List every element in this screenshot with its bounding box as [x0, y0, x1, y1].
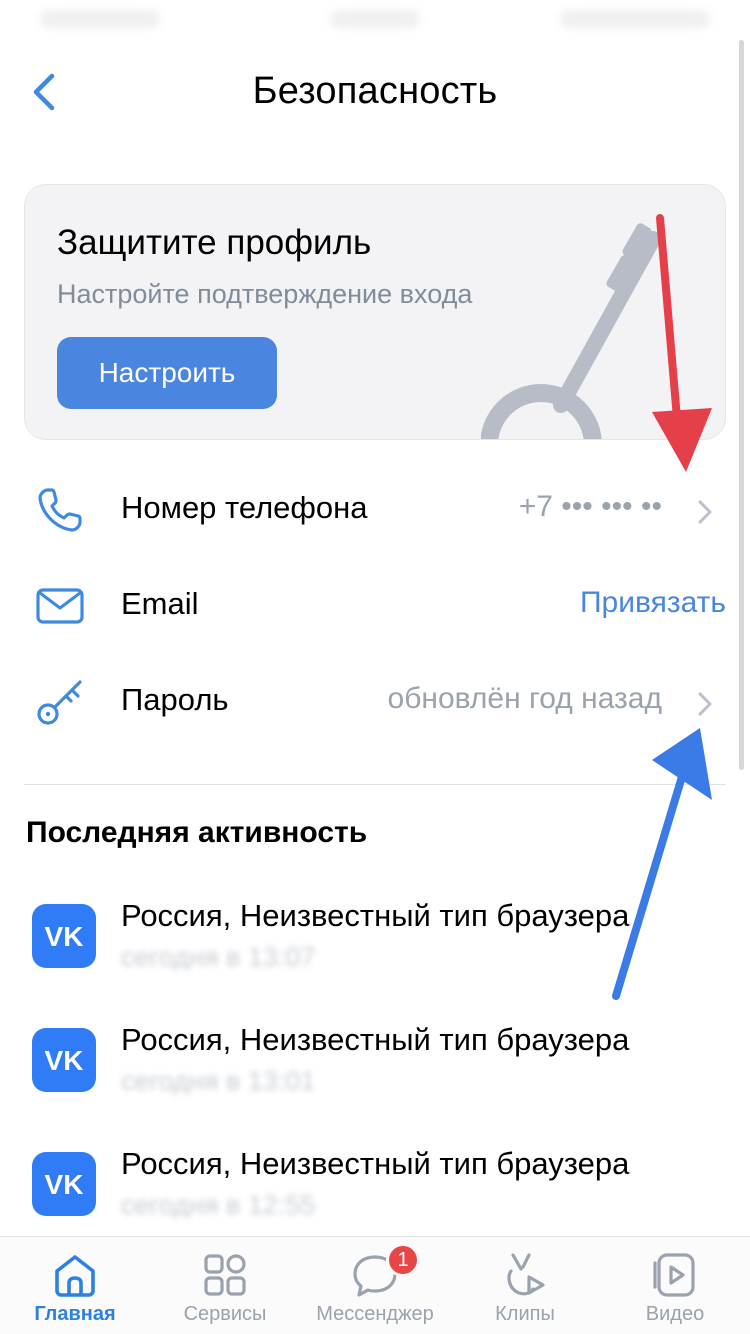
unread-badge: 1 [386, 1243, 420, 1277]
key-icon [37, 680, 82, 725]
tab-label: Видео [645, 1303, 705, 1325]
recent-activity-title: Последняя активность [26, 816, 368, 849]
svg-text:VK: VK [45, 1045, 84, 1075]
home-icon [55, 1255, 95, 1297]
vk-logo-icon: VK [32, 1028, 96, 1092]
promo-subtitle: Настройте подтверждение входа [57, 279, 473, 309]
tab-clips[interactable]: Клипы [450, 1237, 600, 1334]
session-title: Россия, Неизвестный тип браузера [121, 1022, 630, 1057]
status-indicators-blur [560, 10, 710, 28]
tab-home[interactable]: Главная [0, 1237, 150, 1334]
password-label: Пароль [121, 682, 229, 717]
session-date: сегодня в 13:01 [121, 1066, 316, 1096]
tab-messenger[interactable]: 1 Мессенджер [300, 1237, 450, 1334]
mail-icon [36, 588, 84, 624]
password-row[interactable]: Пароль обновлён год назад [0, 654, 750, 750]
status-time-blur [40, 10, 160, 28]
phone-label: Номер телефона [121, 490, 368, 525]
tab-label: Сервисы [183, 1303, 267, 1325]
phone-value: +7 ••• ••• •• [518, 490, 662, 523]
setup-button[interactable]: Настроить [57, 337, 277, 409]
tab-bar: Главная Сервисы 1 Мессенджер Клипы Видео [0, 1236, 750, 1334]
status-center-blur [330, 10, 420, 28]
password-value: обновлён год назад [387, 682, 662, 715]
protect-profile-card: Защитите профиль Настройте подтверждение… [24, 184, 726, 440]
session-item[interactable]: VK Россия, Неизвестный тип браузера сего… [0, 1022, 750, 1142]
tab-label: Клипы [495, 1303, 555, 1325]
session-title: Россия, Неизвестный тип браузера [121, 898, 630, 933]
promo-title: Защитите профиль [57, 223, 372, 262]
link-email-button[interactable]: Привязать [580, 586, 726, 620]
page-title: Безопасность [252, 70, 498, 112]
services-icon [204, 1254, 246, 1296]
video-icon [653, 1253, 695, 1297]
session-date: сегодня в 12:55 [121, 1190, 316, 1220]
tab-label: Главная [34, 1303, 116, 1325]
status-bar [0, 0, 750, 40]
clips-icon [507, 1253, 545, 1296]
svg-text:VK: VK [45, 921, 84, 951]
svg-text:VK: VK [45, 1169, 84, 1199]
navigation-bar: Безопасность [0, 50, 750, 136]
chevron-right-icon [698, 500, 712, 524]
chevron-right-icon [698, 692, 712, 716]
phone-icon [38, 488, 82, 532]
email-row[interactable]: Email Привязать [0, 558, 750, 654]
tab-label: Мессенджер [316, 1303, 434, 1325]
tab-services[interactable]: Сервисы [150, 1237, 300, 1334]
section-divider [24, 784, 726, 785]
session-title: Россия, Неизвестный тип браузера [121, 1146, 630, 1181]
key-illustration-icon [481, 223, 661, 439]
vk-logo-icon: VK [32, 904, 96, 968]
phone-number-row[interactable]: Номер телефона +7 ••• ••• •• [0, 462, 750, 558]
vk-logo-icon: VK [32, 1152, 96, 1216]
session-item[interactable]: VK Россия, Неизвестный тип браузера сего… [0, 898, 750, 1018]
tab-video[interactable]: Видео [600, 1237, 750, 1334]
email-label: Email [121, 586, 199, 621]
session-date: сегодня в 13:07 [121, 942, 316, 972]
